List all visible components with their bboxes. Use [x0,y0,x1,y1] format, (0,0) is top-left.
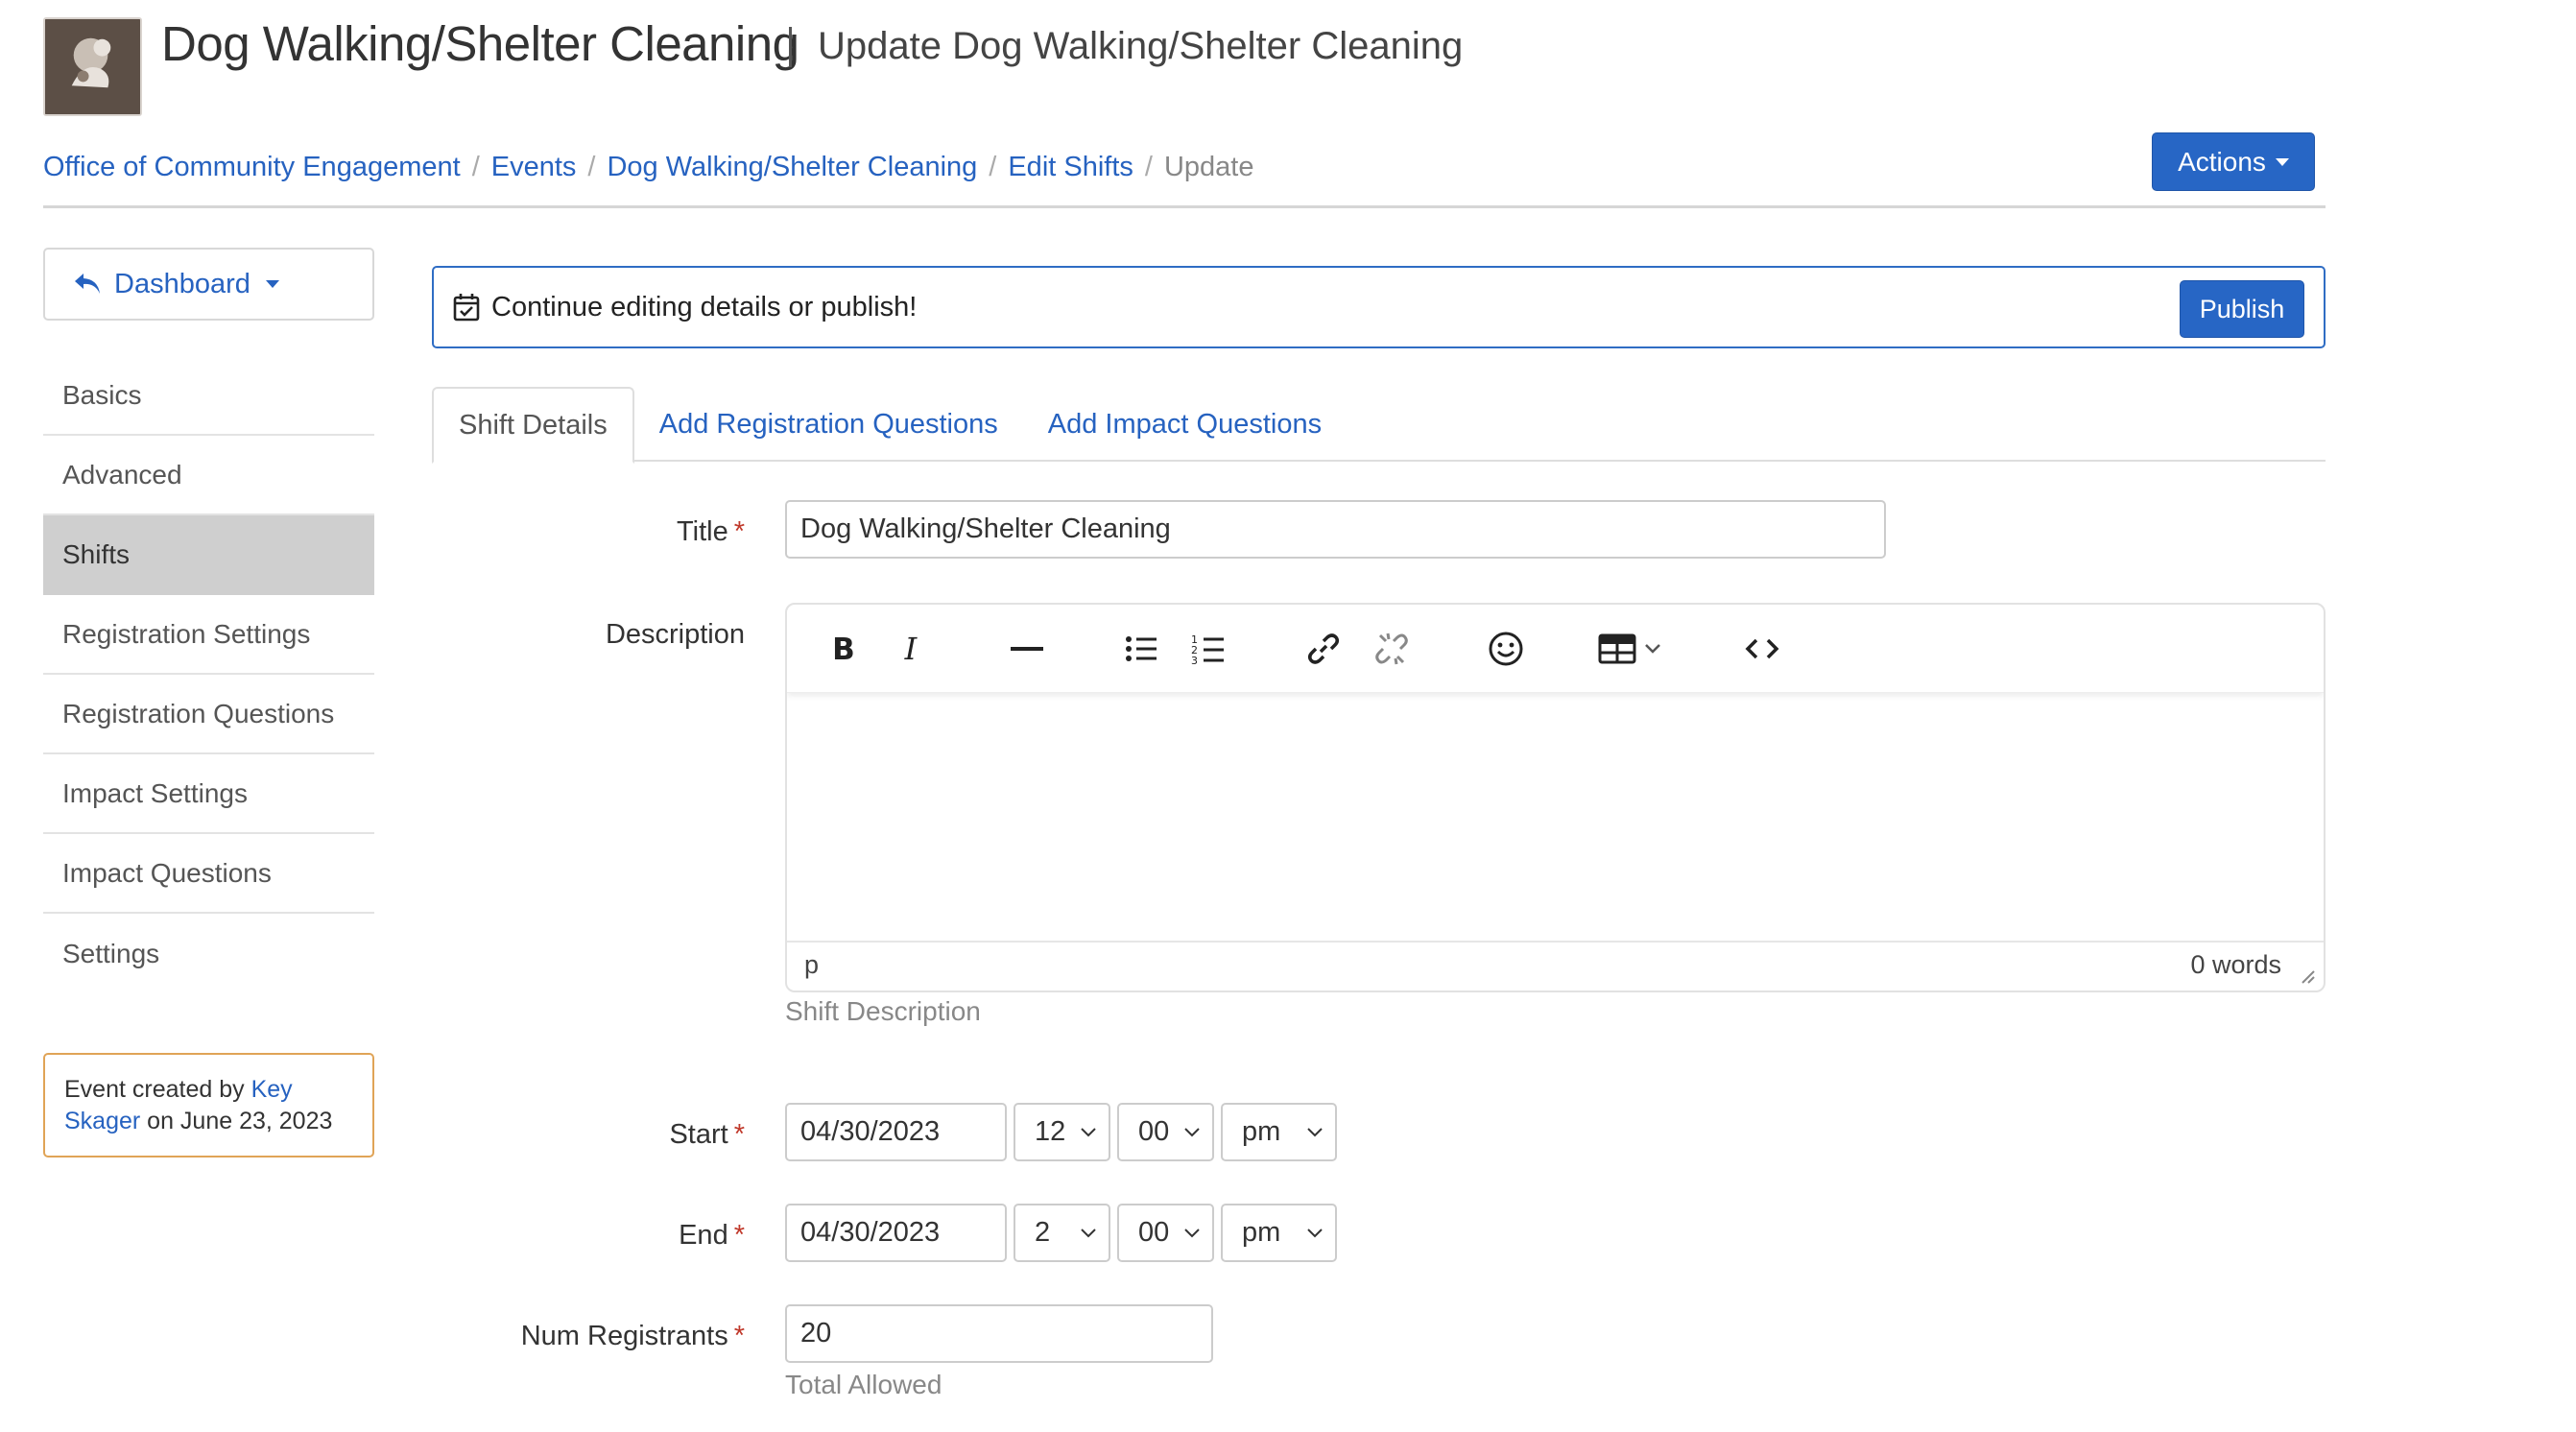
numbered-list-icon[interactable]: 123 [1189,630,1228,668]
calendar-check-icon [453,294,480,322]
chevron-down-icon [1307,1228,1323,1237]
end-ampm-select[interactable]: pm [1221,1204,1337,1262]
sidebar-nav: Basics Advanced Shifts Registration Sett… [43,356,374,993]
page-subtitle: Update Dog Walking/Shelter Cleaning [818,25,1464,67]
chevron-down-icon [1081,1228,1096,1237]
breadcrumb-current: Update [1163,152,1254,182]
code-icon[interactable] [1743,630,1781,668]
chevron-down-icon [1184,1228,1200,1237]
description-editor[interactable]: B I 123 p 0 words [785,603,2326,992]
sidebar-item-impact-settings[interactable]: Impact Settings [43,754,374,834]
organization-logo [43,17,142,116]
start-hour-select[interactable]: 12 [1014,1103,1110,1161]
chevron-down-icon [1081,1127,1096,1136]
dashboard-dropdown-button[interactable]: Dashboard [43,248,374,321]
sidebar-item-registration-settings[interactable]: Registration Settings [43,595,374,675]
num-registrants-help: Total Allowed [785,1370,942,1399]
breadcrumb-event-link[interactable]: Dog Walking/Shelter Cleaning [607,152,977,183]
chevron-down-icon [1307,1127,1323,1136]
num-registrants-label: Num Registrants * [520,1321,745,1351]
start-label: Start * [669,1119,745,1150]
editor-statusbar: p 0 words [787,941,2324,990]
shift-tabs: Shift Details Add Registration Questions… [432,387,2326,464]
sidebar-item-registration-questions[interactable]: Registration Questions [43,675,374,754]
event-created-info: Event created by Key Skager on June 23, … [43,1053,374,1158]
horizontal-rule-icon[interactable] [1008,630,1046,668]
svg-text:B: B [832,632,855,667]
start-date-input[interactable]: 04/30/2023 [785,1103,1007,1161]
svg-text:I: I [904,631,918,667]
element-path[interactable]: p [804,950,819,980]
svg-text:3: 3 [1191,655,1198,667]
resize-handle-icon[interactable] [2299,967,2316,985]
tab-add-impact-questions[interactable]: Add Impact Questions [1023,387,1347,462]
num-registrants-input[interactable]: 20 [785,1304,1213,1363]
editor-content-area[interactable] [787,693,2324,933]
breadcrumb-edit-shifts-link[interactable]: Edit Shifts [1008,152,1133,183]
tab-add-registration-questions[interactable]: Add Registration Questions [634,387,1023,462]
back-arrow-icon [75,274,100,294]
breadcrumb: Office of Community Engagement / Events … [43,152,1254,183]
sidebar-item-settings[interactable]: Settings [43,914,374,993]
description-help: Shift Description [785,996,981,1026]
actions-dropdown-button[interactable]: Actions [2152,132,2315,191]
bold-icon[interactable]: B [824,630,863,668]
caret-down-icon [2275,157,2289,166]
bullet-list-icon[interactable] [1122,630,1160,668]
title-divider [789,27,792,67]
link-icon[interactable] [1304,630,1343,668]
table-icon[interactable] [1598,630,1669,668]
publish-button[interactable]: Publish [2180,280,2304,338]
breadcrumb-office-link[interactable]: Office of Community Engagement [43,152,461,183]
header-divider [43,205,2326,208]
sidebar-item-shifts[interactable]: Shifts [43,515,374,595]
actions-label: Actions [2178,146,2266,177]
end-date-input[interactable]: 04/30/2023 [785,1204,1007,1262]
unlink-icon[interactable] [1372,630,1411,668]
breadcrumb-events-link[interactable]: Events [491,152,577,183]
created-suffix: on June 23, 2023 [147,1108,333,1134]
editor-toolbar: B I 123 [787,605,2324,693]
end-hour-select[interactable]: 2 [1014,1204,1110,1262]
publish-alert: Continue editing details or publish! Pub… [432,266,2326,348]
dashboard-label: Dashboard [114,268,250,299]
sidebar-item-impact-questions[interactable]: Impact Questions [43,834,374,914]
italic-icon[interactable]: I [892,630,930,668]
alert-message: Continue editing details or publish! [491,291,918,322]
title-label: Title * [676,516,745,547]
caret-down-icon [265,280,279,288]
sidebar-item-advanced[interactable]: Advanced [43,436,374,515]
page-title: Dog Walking/Shelter Cleaning [161,16,799,71]
word-count: 0 words [2190,950,2281,979]
title-input[interactable]: Dog Walking/Shelter Cleaning [785,500,1886,559]
end-label: End * [679,1220,745,1251]
sidebar-item-basics[interactable]: Basics [43,356,374,436]
start-ampm-select[interactable]: pm [1221,1103,1337,1161]
description-label: Description [605,619,745,650]
chevron-down-icon [1184,1127,1200,1136]
created-prefix: Event created by [64,1076,245,1103]
start-minute-select[interactable]: 00 [1117,1103,1214,1161]
tab-shift-details[interactable]: Shift Details [432,387,634,464]
emoji-icon[interactable] [1487,630,1525,668]
end-minute-select[interactable]: 00 [1117,1204,1214,1262]
